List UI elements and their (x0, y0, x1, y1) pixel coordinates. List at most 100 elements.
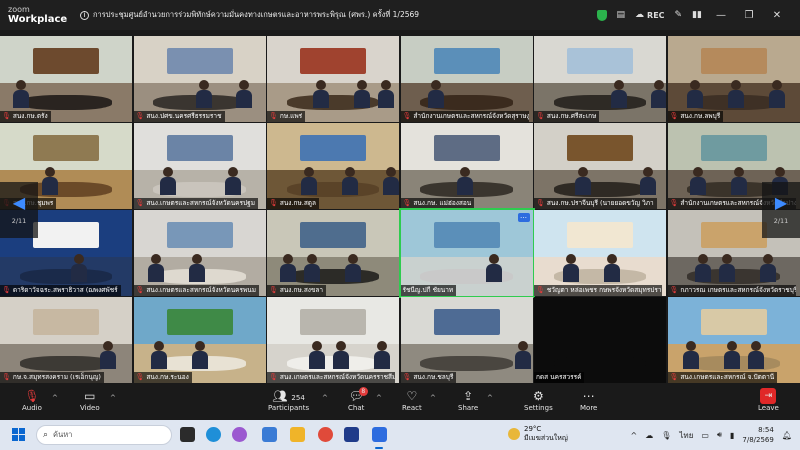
video-feed (400, 123, 533, 209)
participant-tile[interactable]: 🎙︎ สำนักงานเกษตรและสหกรณ์จังหวัดสุราษฎร์ (400, 36, 533, 122)
video-feed (133, 210, 266, 296)
mic-muted-icon: 🎙︎ (24, 389, 40, 403)
video-feed (534, 36, 666, 122)
mic-off-icon: 🎙︎ (669, 199, 679, 207)
encryption-shield-icon[interactable] (596, 9, 607, 21)
participant-tile[interactable]: 🎙︎ สนง.กษ.ตรัง (0, 36, 132, 122)
participant-tile[interactable]: 🎙︎ สนง.กษ.สตูล (267, 123, 399, 209)
network-icon[interactable]: ▭ (701, 431, 709, 440)
participant-name-label: 🎙︎ สนง.กษ.ปราจีนบุรี (นายยอดขวัญ วิภา (534, 198, 657, 209)
audio-options-caret[interactable]: ^ (52, 394, 58, 402)
zoom-taskbar-icon[interactable] (372, 427, 387, 442)
participant-tile[interactable]: 🎙︎ สนง.กษ.ระนอง (133, 297, 266, 383)
settings-button[interactable]: ⚙ Settings (524, 388, 553, 412)
task-view-icon[interactable] (180, 427, 195, 442)
share-options-caret[interactable]: ^ (487, 394, 493, 402)
participant-name: สนง.กษ.ลพบุรี (680, 112, 721, 120)
tile-more-options-button[interactable]: … (517, 213, 530, 222)
more-icon: ⋯ (582, 389, 595, 403)
minimize-icon[interactable]: — (712, 10, 730, 21)
participant-tile[interactable]: 🎙︎ สนง.กษ.สงขลา (267, 210, 399, 296)
react-options-caret[interactable]: ^ (430, 394, 436, 402)
language-indicator[interactable]: ไทย (679, 429, 693, 442)
audio-button[interactable]: 🎙︎ Audio (22, 388, 42, 412)
participant-name-label: 🎙︎ สำนักงานเกษตรและสหกรณ์จังหวัดสุราษฎร์ (400, 111, 529, 122)
clock-time: 8:54 (758, 426, 774, 434)
participant-tile[interactable]: 🎙︎ สนง.เกษตรและสหกรณ์จังหวัดนครพนม (133, 210, 266, 296)
mic-off-icon: 🎙︎ (536, 199, 545, 207)
participant-name: สนง.กษ.สงขลา (279, 286, 324, 294)
close-icon[interactable]: ✕ (768, 10, 786, 21)
mic-off-icon: 🎙︎ (536, 286, 545, 294)
participant-tile[interactable]: 🎙︎ ชวัญตา หล่อเพชร กษพรจังหวัดสมุทรปราการ (534, 210, 666, 296)
leave-button[interactable]: ⇥ Leave (758, 388, 779, 412)
participant-tile[interactable]: 🎙︎ กษ.จ.สมุทรสงคราม (เรเอ็กนุญ) (0, 297, 132, 383)
participant-tile[interactable]: 🎙︎ สนง.กษ.ปราจีนบุรี (นายยอดขวัญ วิภา (534, 123, 666, 209)
video-gallery: 🎙︎ สนง.กษ.ตรัง 🎙︎ สนง.ปศข.นครศรีธรรมราช 🎙︎ กษ… (0, 36, 800, 450)
windows-start-icon[interactable] (12, 428, 25, 441)
chat-options-caret[interactable]: ^ (376, 394, 382, 402)
page-count-left: 2/11 (11, 217, 27, 225)
mic-off-icon: 🎙︎ (269, 199, 278, 207)
participant-tile[interactable]: 🎙︎ สนง.กษ.ชลบุรี (400, 297, 533, 383)
copilot-icon[interactable] (232, 427, 247, 442)
mic-off-icon: 🎙︎ (536, 112, 545, 120)
participant-tile[interactable]: 🎙︎ สนง.เกษตรและสหกรณ์จังหวัดนครปฐม (133, 123, 266, 209)
participant-tile[interactable]: … รัชนีญ.ปกี ชัยนาท (398, 208, 535, 298)
mic-off-icon: 🎙︎ (669, 112, 679, 120)
react-button[interactable]: ♡ React (402, 388, 422, 412)
teams-icon[interactable] (344, 427, 359, 442)
title-bar-controls: ▤ ☁ REC ✎ ▮▮ — ❐ ✕ (596, 0, 800, 30)
participants-options-caret[interactable]: ^ (322, 394, 328, 402)
right-arrow-icon: ▶ (774, 193, 788, 212)
previous-page-button[interactable]: ◀ 2/11 (0, 182, 38, 238)
participant-name: ชวัญตา หล่อเพชร กษพรจังหวัดสมุทรปราการ (546, 286, 662, 294)
file-explorer-icon[interactable] (290, 427, 305, 442)
tray-mic-icon[interactable]: 🎙︎ (661, 431, 671, 440)
recording-indicator[interactable]: ☁ REC (635, 10, 665, 20)
onedrive-icon[interactable]: ☁ (645, 431, 653, 440)
participant-tile[interactable]: 🎙︎ สนง.เกษตรและสหกรณ์ จ.ปัตตานี (667, 297, 800, 383)
next-page-button[interactable]: ▶ 2/11 (762, 182, 800, 238)
apps-icon[interactable]: ✎ (675, 10, 683, 20)
participant-tile[interactable]: 🎙︎ กษ.แพร่ (267, 36, 399, 122)
participant-tile[interactable]: 🎙︎ สนง.กษ.ลพบุรี (667, 36, 800, 122)
participant-name-label: 🎙︎ กษ.แพร่ (267, 111, 306, 122)
participant-tile[interactable]: กดส นครสวรรค์ (534, 297, 666, 383)
search-placeholder: ค้นหา (53, 430, 73, 439)
participants-button[interactable]: 👥︎ 254 Participants (268, 388, 309, 412)
video-button[interactable]: ▭ Video (80, 388, 100, 412)
mic-off-icon: 🎙︎ (269, 286, 278, 294)
weather-desc: มีเมฆส่วนใหญ่ (524, 434, 568, 442)
video-options-caret[interactable]: ^ (110, 394, 116, 402)
participant-tile[interactable]: 🎙︎ สนง.กษ.ศรีสะเกษ (534, 36, 666, 122)
battery-icon[interactable]: ▮ (730, 431, 734, 440)
participant-name: รัชนีญ.ปกี ชัยนาท (402, 286, 454, 294)
mic-off-icon: 🎙︎ (2, 373, 11, 381)
clock[interactable]: 8:54 7/8/2569 (742, 425, 773, 445)
restore-icon[interactable]: ❐ (740, 10, 758, 21)
chat-button[interactable]: 💬︎ 8 Chat (348, 387, 368, 412)
participant-name-label: 🎙︎ สนง.กษ. แม่ฮ่องสอน (400, 198, 475, 209)
store-icon[interactable] (262, 427, 277, 442)
taskbar-search[interactable]: ⌕ ค้นหา (36, 425, 172, 445)
tray-overflow-icon[interactable]: ^ (631, 431, 638, 440)
chat-badge: 8 (358, 387, 368, 396)
chrome-icon[interactable] (318, 427, 333, 442)
notes-icon[interactable]: ▤ (617, 10, 626, 20)
participant-tile[interactable]: 🎙︎ สนง.เกษตรและสหกรณ์จังหวัดนครราชสีมา (267, 297, 399, 383)
video-feed (667, 297, 800, 383)
participant-name: สนง.กษ.ศรีสะเกษ (546, 112, 597, 120)
edge-icon[interactable] (206, 427, 221, 442)
participant-tile[interactable]: 🎙︎ สนง.ปศข.นครศรีธรรมราช (133, 36, 266, 122)
view-icon[interactable]: ▮▮ (692, 10, 702, 20)
windows-taskbar: ⌕ ค้นหา 29°C มีเมฆส่วนใหญ่ ^ ☁ 🎙︎ ไทย ▭ … (0, 420, 800, 450)
weather-widget[interactable]: 29°C มีเมฆส่วนใหญ่ (508, 425, 568, 443)
participant-tile[interactable]: 🎙︎ สนง.กษ. แม่ฮ่องสอน (400, 123, 533, 209)
mic-off-icon: 🎙︎ (402, 112, 412, 120)
meeting-info-icon[interactable]: i (80, 10, 89, 20)
notifications-icon[interactable]: 🔔︎ (782, 431, 792, 440)
more-button[interactable]: ⋯ More (580, 388, 597, 412)
share-button[interactable]: ⇪ Share (458, 388, 478, 412)
volume-icon[interactable]: 🔊︎ (717, 430, 722, 440)
